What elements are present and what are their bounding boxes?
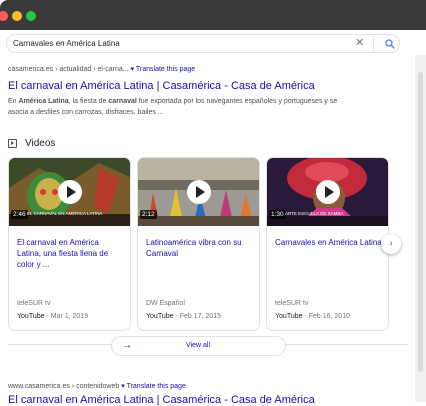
result-snippet: En América Latina, la fiesta de carnaval… <box>8 96 338 118</box>
play-button[interactable] <box>316 180 340 204</box>
breadcrumb-text: www.casamerica.es › contenidoweb <box>8 383 120 390</box>
video-title-link[interactable]: Latinoamérica vibra con su Carnaval <box>146 237 254 259</box>
videos-heading: Videos <box>8 136 55 150</box>
snippet-bold: carnaval <box>108 98 137 105</box>
close-window-button[interactable] <box>0 11 8 21</box>
translate-link[interactable]: ▾ Translate this page <box>131 66 196 73</box>
chevron-right-icon[interactable]: › <box>381 234 401 254</box>
search-separator <box>373 38 374 50</box>
snippet-part: , la fiesta de <box>68 98 109 105</box>
search-box: ✕ <box>6 34 400 53</box>
video-caption: EL CARNAVAL EN AMÉRICA LATINA <box>27 211 103 216</box>
close-icon[interactable]: ✕ <box>355 36 364 51</box>
scrollbar-thumb[interactable] <box>418 72 423 372</box>
result-title-link[interactable]: El carnaval en América Latina | Casaméri… <box>8 394 315 406</box>
video-duration: 2:12 <box>140 210 157 219</box>
video-date: - Mar 1, 2019 <box>44 313 89 320</box>
video-caption: ARTE ESCUELA DE SAMBA <box>285 211 344 216</box>
arrow-right-icon: → <box>122 340 132 351</box>
search-input[interactable] <box>13 37 343 50</box>
video-source: teleSUR tv <box>275 300 309 307</box>
video-title-link[interactable]: Carnavales en América Latina <box>275 237 383 248</box>
play-button[interactable] <box>58 180 82 204</box>
play-button[interactable] <box>187 180 211 204</box>
result-title-link[interactable]: El carnaval en América Latina | Casaméri… <box>8 80 315 92</box>
video-date: - Feb 17, 2015 <box>173 313 221 320</box>
video-meta: YouTube - Feb 17, 2015 <box>146 313 221 320</box>
snippet-bold: América Latina <box>18 98 69 105</box>
breadcrumb-text: casamerica.es › actualidad › el-carna... <box>8 66 129 73</box>
videos-heading-label: Videos <box>25 137 56 149</box>
video-card[interactable]: 1:30 ARTE ESCUELA DE SAMBA Carnavales en… <box>266 157 389 331</box>
magnifier-icon[interactable] <box>384 38 396 50</box>
video-meta: YouTube - Mar 1, 2019 <box>17 313 88 320</box>
video-card[interactable]: 2:46 EL CARNAVAL EN AMÉRICA LATINA El ca… <box>8 157 131 331</box>
video-platform: YouTube <box>146 313 174 320</box>
view-all-label: View all <box>186 342 210 349</box>
video-thumbnail[interactable]: 2:46 EL CARNAVAL EN AMÉRICA LATINA <box>9 158 130 226</box>
result-breadcrumb: casamerica.es › actualidad › el-carna...… <box>8 65 195 73</box>
video-duration: 2:46 <box>11 210 28 219</box>
video-card[interactable]: 2:12 Latinoamérica vibra con su Carnaval… <box>137 157 260 331</box>
maximize-window-button[interactable] <box>26 11 36 21</box>
video-icon <box>8 138 17 148</box>
minimize-window-button[interactable] <box>12 11 22 21</box>
video-thumbnail[interactable]: 1:30 ARTE ESCUELA DE SAMBA <box>267 158 388 226</box>
video-platform: YouTube <box>275 313 303 320</box>
video-platform: YouTube <box>17 313 45 320</box>
window-titlebar <box>0 0 426 30</box>
video-meta: YouTube - Feb 16, 2010 <box>275 313 350 320</box>
video-title-link[interactable]: El carnaval en América Latina, una fiest… <box>17 237 125 270</box>
video-thumbnail[interactable]: 2:12 <box>138 158 259 226</box>
view-all-button[interactable]: → View all <box>111 336 286 356</box>
video-date: - Feb 16, 2010 <box>302 313 350 320</box>
result-breadcrumb: www.casamerica.es › contenidoweb ▾ Trans… <box>8 382 186 390</box>
video-duration: 1:30 <box>269 210 286 219</box>
translate-link[interactable]: ▾ Translate this page <box>121 383 186 390</box>
video-source: teleSUR tv <box>17 300 51 307</box>
snippet-part: En <box>8 98 19 105</box>
video-source: DW Español <box>146 300 185 307</box>
